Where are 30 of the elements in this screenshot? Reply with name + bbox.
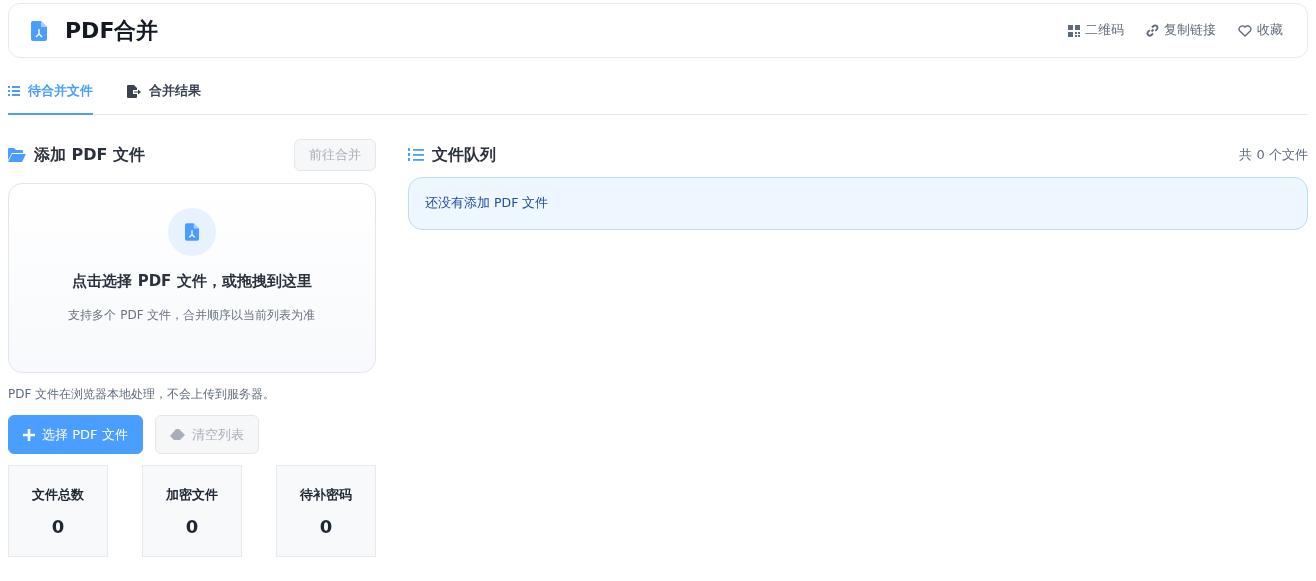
stat-value: 0 — [185, 515, 199, 537]
privacy-note: PDF 文件在浏览器本地处理，不会上传到服务器。 — [8, 386, 277, 403]
pdf-file-icon — [168, 208, 216, 256]
folder-icon — [8, 148, 26, 162]
drop-zone-title: 点击选择 PDF 文件，或拖拽到这里 — [72, 272, 312, 291]
header-action[interactable]: 收藏 — [1238, 22, 1283, 39]
pdf-file-icon — [31, 20, 47, 41]
numbered-list-icon — [408, 148, 424, 162]
header-action[interactable]: 二维码 — [1068, 22, 1124, 39]
stat-label: 文件总数 — [32, 485, 84, 504]
header-action[interactable]: 复制链接 — [1146, 22, 1216, 39]
stat-value: 0 — [319, 515, 333, 537]
tab[interactable]: 合并结果 — [127, 72, 201, 115]
heart-icon — [1238, 24, 1252, 37]
drop-zone[interactable]: 点击选择 PDF 文件，或拖拽到这里 支持多个 PDF 文件，合并顺序以当前列表为准 — [8, 183, 376, 373]
stat-label: 加密文件 — [166, 485, 218, 504]
link-icon — [1146, 24, 1159, 37]
empty-queue-message: 还没有添加 PDF 文件 — [408, 177, 1308, 230]
eraser-icon — [169, 429, 185, 440]
section-title: 添加 PDF 文件 — [34, 144, 146, 166]
stat-value: 0 — [51, 515, 65, 537]
qr-code-icon — [1068, 24, 1080, 37]
list-icon — [8, 86, 20, 96]
plus-icon — [23, 428, 35, 441]
drop-zone-hint: 支持多个 PDF 文件，合并顺序以当前列表为准 — [68, 307, 316, 324]
stat-label: 待补密码 — [300, 485, 352, 504]
file-count: 共 0 个文件 — [1239, 146, 1308, 164]
file-export-icon — [127, 84, 141, 98]
app-title: PDF合并 — [65, 16, 159, 45]
section-title: 文件队列 — [432, 144, 496, 166]
